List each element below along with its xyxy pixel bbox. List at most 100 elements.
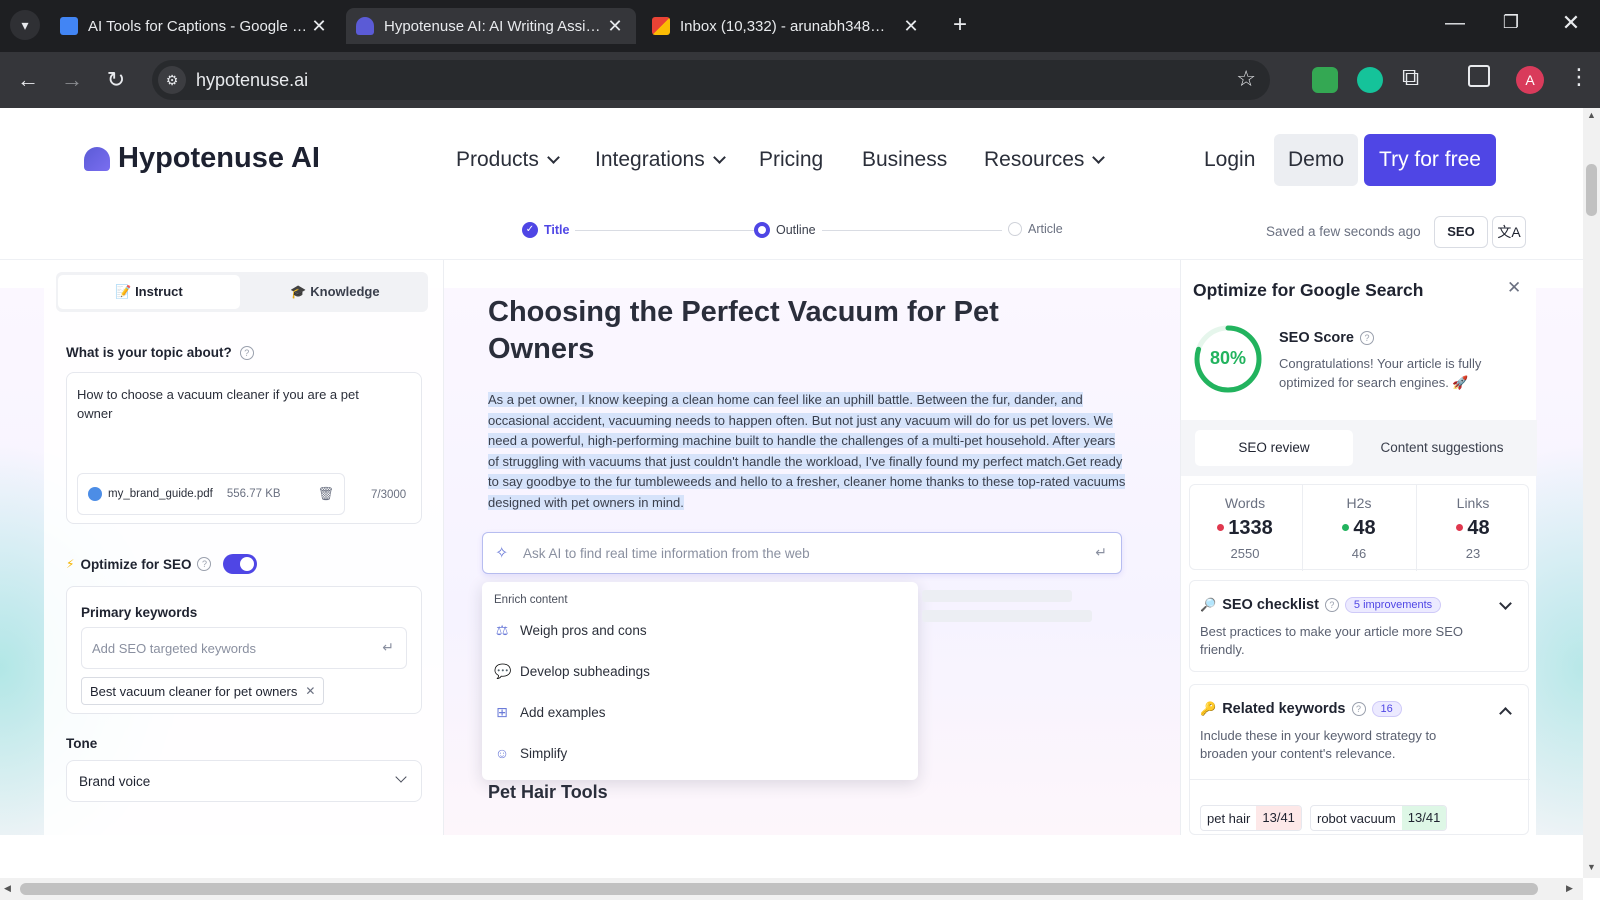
new-tab-button[interactable]: + <box>946 12 974 40</box>
remove-chip-icon[interactable]: ✕ <box>305 684 315 698</box>
step-title[interactable]: ✓ Title <box>522 222 576 238</box>
help-circle-icon[interactable]: ? <box>197 557 212 571</box>
try-for-free-button[interactable]: Try for free <box>1364 134 1496 186</box>
horizontal-scrollbar[interactable]: ◀ ▶ <box>0 878 1583 900</box>
optimize-seo-toggle[interactable] <box>223 554 258 574</box>
chevron-down-icon: ▾ <box>21 17 29 33</box>
step-progress: ✓ Title Outline Article Saved a few seco… <box>0 208 1583 260</box>
minimize-button[interactable]: — <box>1440 12 1470 40</box>
primary-keywords-card: Primary keywords Add SEO targeted keywor… <box>66 586 422 714</box>
tab-instruct[interactable]: 📝 Instruct <box>58 275 240 309</box>
tab-title: AI Tools for Captions - Google Docs <box>88 17 308 35</box>
close-icon[interactable]: ✕ <box>900 16 922 37</box>
logo-text: Hypotenuse AI <box>118 142 320 174</box>
reload-button[interactable]: ↻ <box>102 66 130 94</box>
stat-goal: 2550 <box>1230 546 1260 561</box>
article-title[interactable]: Choosing the Perfect Vacuum for Pet Owne… <box>488 294 1048 368</box>
tone-value: Brand voice <box>79 774 151 789</box>
bookmark-star-icon[interactable]: ☆ <box>1236 66 1256 92</box>
help-circle-icon[interactable]: ? <box>1324 598 1339 612</box>
seo-score-value: 80% <box>1209 348 1247 368</box>
scrollbar-thumb[interactable] <box>1586 164 1597 216</box>
nav-business[interactable]: Business <box>862 148 947 172</box>
scroll-left-icon[interactable]: ◀ <box>4 883 11 894</box>
ask-ai-placeholder: Ask AI to find real time information fro… <box>523 546 810 561</box>
tab-knowledge[interactable]: 🎓 Knowledge <box>244 275 426 309</box>
scrollbar-thumb[interactable] <box>20 883 1538 895</box>
seo-score-ring: 80% <box>1193 324 1263 394</box>
seo-checklist-card[interactable]: 🔎 SEO checklist ? 5 improvements Best pr… <box>1189 580 1529 672</box>
article-subheading[interactable]: Pet Hair Tools <box>488 782 608 803</box>
keyword-tag[interactable]: pet hair 13/41 <box>1200 805 1302 831</box>
help-circle-icon[interactable]: ? <box>1359 331 1374 345</box>
keyword-tag[interactable]: robot vacuum 13/41 <box>1310 805 1448 831</box>
login-link[interactable]: Login <box>1204 148 1255 172</box>
left-tabs: 📝 Instruct 🎓 Knowledge <box>56 272 428 312</box>
step-outline[interactable]: Outline <box>754 222 822 238</box>
menu-develop-subheadings[interactable]: 💬 Develop subheadings <box>494 663 650 679</box>
step-article[interactable]: Article <box>1002 222 1069 236</box>
sparkle-icon: ✧ <box>495 545 509 562</box>
tone-select[interactable]: Brand voice <box>66 760 422 802</box>
menu-weigh-pros-cons[interactable]: ⚖ Weigh pros and cons <box>494 622 647 638</box>
status-dot <box>1217 524 1225 531</box>
help-circle-icon[interactable]: ? <box>1351 702 1366 716</box>
stat-number: 1338 <box>1228 517 1273 539</box>
stat-label: Links <box>1456 495 1490 511</box>
menu-simplify[interactable]: ☺ Simplify <box>494 745 567 761</box>
keyword-chip[interactable]: Best vacuum cleaner for pet owners ✕ <box>81 677 325 705</box>
scroll-up-icon[interactable]: ▲ <box>1587 110 1596 120</box>
plus-icon: + <box>952 11 967 38</box>
menu-label: Weigh pros and cons <box>520 622 647 638</box>
tab-search-button[interactable]: ▾ <box>10 10 40 40</box>
menu-add-examples[interactable]: ⊞ Add examples <box>494 704 605 720</box>
attached-file-chip[interactable]: my_brand_guide.pdf 556.77 KB 🗑 <box>77 473 345 515</box>
article-intro[interactable]: As a pet owner, I know keeping a clean h… <box>488 390 1128 513</box>
topic-textarea[interactable]: How to choose a vacuum cleaner if you ar… <box>77 385 397 423</box>
keyword-input[interactable]: Add SEO targeted keywords ↵ <box>81 627 407 669</box>
nav-pricing[interactable]: Pricing <box>759 148 823 172</box>
stat-number: 48 <box>1353 517 1376 539</box>
translate-button[interactable]: 文A <box>1492 216 1526 248</box>
seo-score-label: SEO Score <box>1279 330 1354 346</box>
browser-tab-hypotenuse[interactable]: Hypotenuse AI: AI Writing Assistant ✕ <box>346 8 636 44</box>
profile-avatar[interactable]: A <box>1516 66 1544 94</box>
chevron-up-icon[interactable] <box>1499 707 1512 720</box>
ask-ai-input[interactable]: ✧ Ask AI to find real time information f… <box>482 532 1122 574</box>
forward-button[interactable]: → <box>58 66 86 94</box>
browser-menu-icon[interactable]: ⋮ <box>1568 64 1590 90</box>
extensions-puzzle-icon[interactable]: ⧉ <box>1402 64 1419 92</box>
nav-resources[interactable]: Resources <box>984 148 1106 172</box>
browser-tab-docs[interactable]: AI Tools for Captions - Google Docs ✕ <box>50 8 340 44</box>
stat-h2s: H2s 48 46 <box>1304 485 1414 571</box>
grammarly-extension-icon[interactable] <box>1357 67 1383 93</box>
browser-tab-gmail[interactable]: Inbox (10,332) - arunabh348@gmail.com ✕ <box>642 8 932 44</box>
site-info-icon[interactable]: ⚙ <box>158 66 186 94</box>
address-bar[interactable]: ⚙ hypotenuse.ai ☆ <box>152 60 1270 100</box>
close-icon[interactable]: ✕ <box>604 16 626 37</box>
demo-button[interactable]: Demo <box>1274 134 1358 186</box>
nav-products[interactable]: Products <box>456 148 560 172</box>
improvements-badge: 5 improvements <box>1344 597 1442 613</box>
back-button[interactable]: ← <box>14 66 42 94</box>
trash-icon[interactable]: 🗑 <box>317 486 334 502</box>
sheets-extension-icon[interactable] <box>1312 67 1338 93</box>
scroll-right-icon[interactable]: ▶ <box>1566 883 1573 894</box>
logo[interactable]: Hypotenuse AI <box>84 142 320 175</box>
restore-button[interactable]: ❐ <box>1496 12 1526 40</box>
file-badge-icon <box>88 487 102 501</box>
nav-label: Products <box>456 148 539 171</box>
side-panel-icon[interactable] <box>1468 65 1490 87</box>
chevron-down-icon[interactable] <box>1499 597 1512 610</box>
vertical-scrollbar[interactable]: ▲ ▼ <box>1583 108 1600 878</box>
close-icon[interactable]: ✕ <box>308 16 330 37</box>
nav-integrations[interactable]: Integrations <box>595 148 726 172</box>
close-window-button[interactable]: ✕ <box>1556 10 1586 38</box>
help-circle-icon[interactable]: ? <box>239 345 254 360</box>
tab-seo-review[interactable]: SEO review <box>1195 430 1353 466</box>
chevron-down-icon <box>1092 151 1106 164</box>
scroll-down-icon[interactable]: ▼ <box>1587 862 1596 872</box>
seo-toggle-button[interactable]: SEO <box>1434 216 1488 248</box>
tab-content-suggestions[interactable]: Content suggestions <box>1357 430 1527 466</box>
close-panel-icon[interactable]: ✕ <box>1507 278 1521 298</box>
